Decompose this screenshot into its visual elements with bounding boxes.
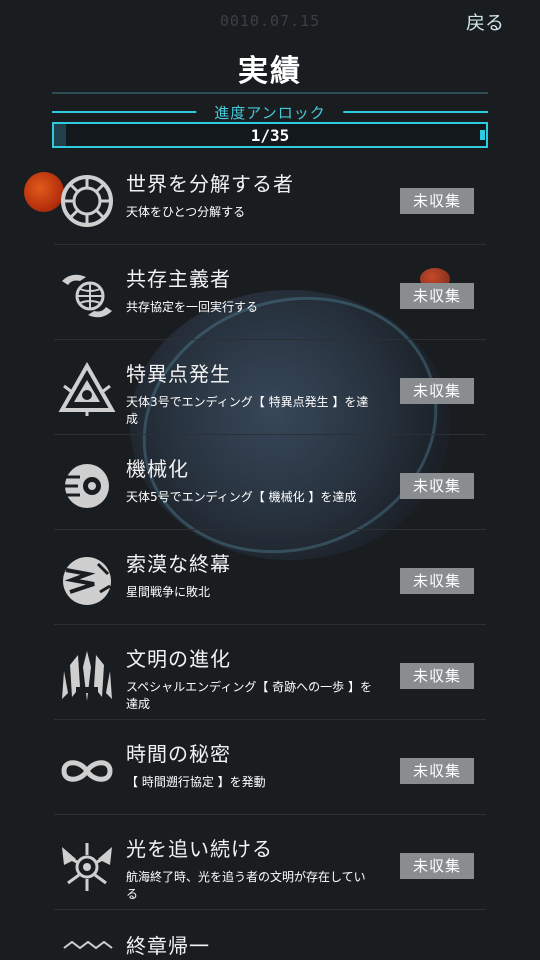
achievement-row[interactable]: 時間の秘密 【 時間遡行協定 】を発動 未収集 bbox=[54, 720, 486, 815]
achievement-name: 特異点発生 bbox=[126, 362, 231, 386]
achievement-name: 光を追い続ける bbox=[126, 837, 273, 861]
progress-value: 1/35 bbox=[250, 126, 290, 145]
achievement-desc: 航海終了時、光を追う者の文明が存在している bbox=[126, 870, 366, 901]
achievement-row[interactable]: 世界を分解する者 天体をひとつ分解する 未収集 bbox=[54, 150, 486, 245]
achievement-desc: 共存協定を一回実行する bbox=[126, 300, 259, 314]
achievement-name: 世界を分解する者 bbox=[126, 172, 294, 196]
unlock-progress: 進度アンロック 1/35 bbox=[52, 102, 488, 150]
achievement-list[interactable]: 世界を分解する者 天体をひとつ分解する 未収集 共存主義者 共存協定を一回実行す… bbox=[54, 150, 486, 910]
progress-label: 進度アンロック bbox=[196, 102, 344, 123]
achievement-name: 機械化 bbox=[126, 457, 189, 481]
status-badge: 未収集 bbox=[400, 758, 474, 784]
desolate-end-icon bbox=[63, 557, 111, 605]
achievement-name: 時間の秘密 bbox=[126, 742, 231, 766]
top-bar: 0010.07.15 戻る bbox=[0, 0, 540, 48]
back-button[interactable]: 戻る bbox=[466, 8, 504, 35]
achievement-row-partial[interactable]: 終章帰一 bbox=[54, 926, 486, 960]
status-badge: 未収集 bbox=[400, 283, 474, 309]
singularity-icon bbox=[58, 362, 116, 416]
achievement-name: 終章帰一 bbox=[126, 934, 210, 958]
light-chaser-icon bbox=[62, 843, 112, 891]
status-badge: 未収集 bbox=[400, 378, 474, 404]
achievement-row[interactable]: 共存主義者 共存協定を一回実行する 未収集 bbox=[54, 245, 486, 340]
game-clock: 0010.07.15 bbox=[219, 12, 321, 30]
evolution-icon bbox=[62, 651, 112, 701]
achievement-desc: 星間戦争に敗北 bbox=[126, 585, 211, 599]
achievement-name: 文明の進化 bbox=[126, 647, 231, 671]
achievement-row[interactable]: 特異点発生 天体3号でエンディング【 特異点発生 】を達成 未収集 bbox=[54, 340, 486, 435]
status-badge: 未収集 bbox=[400, 663, 474, 689]
progress-bar: 1/35 bbox=[52, 122, 488, 148]
achievement-desc: スペシャルエンディング【 奇跡への一歩 】を達成 bbox=[126, 680, 372, 711]
status-badge: 未収集 bbox=[400, 473, 474, 499]
achievement-name: 共存主義者 bbox=[126, 267, 231, 291]
status-badge: 未収集 bbox=[400, 188, 474, 214]
title-divider bbox=[52, 92, 488, 94]
coexist-icon bbox=[62, 274, 112, 318]
achievement-row[interactable]: 光を追い続ける 航海終了時、光を追う者の文明が存在している 未収集 bbox=[54, 815, 486, 910]
page-title: 実績 bbox=[238, 54, 302, 89]
achievement-row[interactable]: 文明の進化 スペシャルエンディング【 奇跡への一歩 】を達成 未収集 bbox=[54, 625, 486, 720]
achievement-desc: 天体5号でエンディング【 機械化 】を達成 bbox=[126, 490, 357, 504]
achievement-name: 索漠な終幕 bbox=[126, 552, 231, 576]
status-badge: 未収集 bbox=[400, 568, 474, 594]
disintegrate-icon bbox=[61, 175, 113, 227]
status-badge: 未収集 bbox=[400, 853, 474, 879]
achievement-row[interactable]: 機械化 天体5号でエンディング【 機械化 】を達成 未収集 bbox=[54, 435, 486, 530]
infinity-icon bbox=[61, 760, 113, 782]
achievement-desc: 天体をひとつ分解する bbox=[126, 205, 246, 219]
final-chapter-icon bbox=[63, 940, 113, 950]
achievement-row[interactable]: 索漠な終幕 星間戦争に敗北 未収集 bbox=[54, 530, 486, 625]
achievement-desc: 天体3号でエンディング【 特異点発生 】を達成 bbox=[126, 395, 369, 426]
achievement-desc: 【 時間遡行協定 】を発動 bbox=[126, 775, 266, 789]
mechanization-icon bbox=[64, 464, 109, 508]
